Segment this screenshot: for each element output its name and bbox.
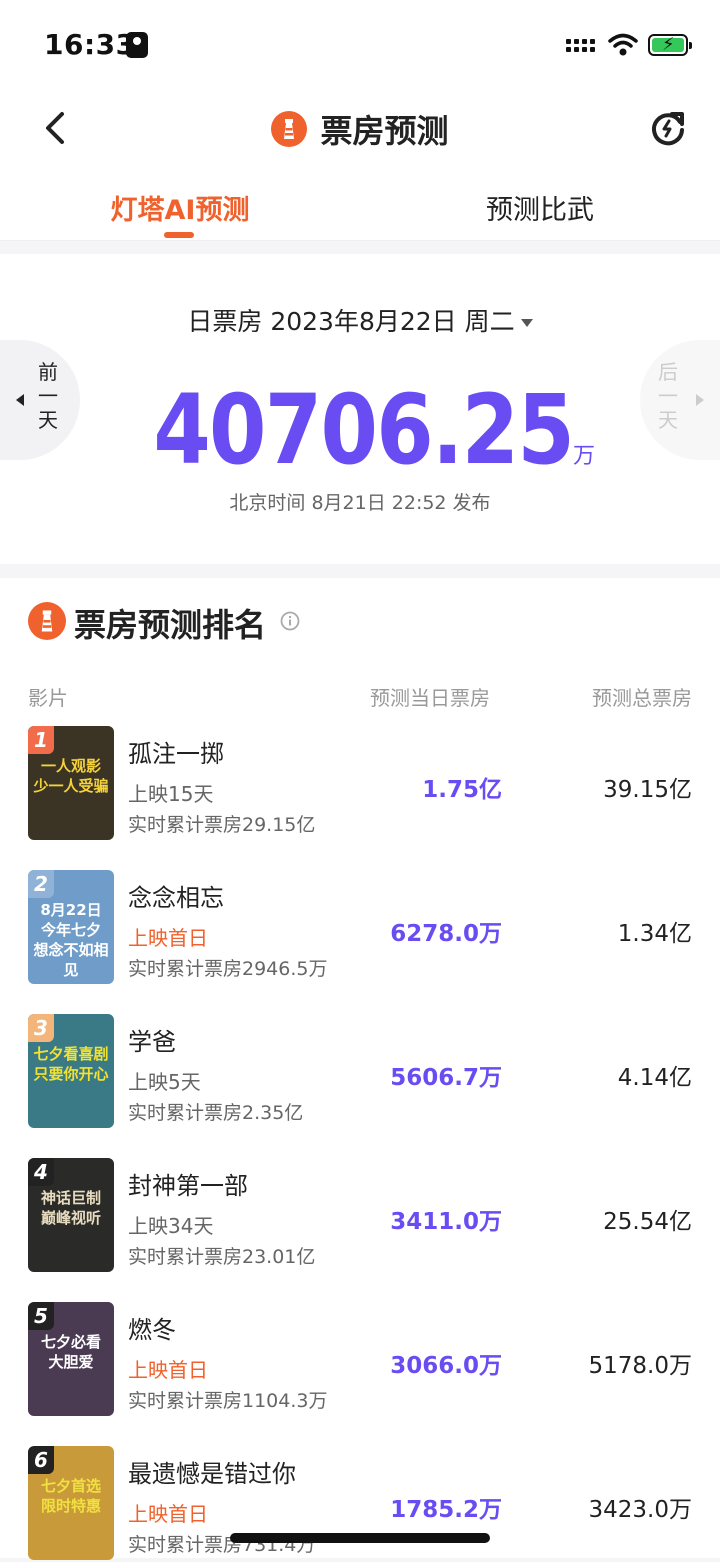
poster-caption: 七夕首选 限时特惠 — [40, 1477, 101, 1515]
nav-title-group: 票房预测 — [0, 106, 720, 150]
movie-day-forecast: 3066.0万 — [390, 1353, 502, 1379]
status-bar: 16:33 ⚡ — [0, 0, 720, 88]
publish-time: 北京时间 8月21日 22:52 发布 — [229, 492, 491, 514]
tab-forecast-contest[interactable]: 预测比武 — [360, 188, 720, 227]
rank-badge: 4 — [28, 1158, 54, 1186]
movie-cumulative: 实时累计票房1104.3万 — [128, 1390, 328, 1412]
movie-name: 封神第一部 — [128, 1172, 248, 1200]
date-selector[interactable]: 日票房 2023年8月22日 周二 — [0, 302, 720, 338]
wifi-icon — [608, 33, 638, 56]
movie-total-forecast: 5178.0万 — [588, 1353, 692, 1379]
home-indicator — [230, 1533, 490, 1543]
rank-badge: 2 — [28, 870, 54, 898]
movie-row[interactable]: 1 一人观影 少一人受骗 孤注一掷上映15天实时累计票房29.15亿 1.75亿 39.… — [0, 726, 720, 842]
tab-bar: 灯塔AI预测 预测比武 — [0, 170, 720, 241]
rank-badge: 1 — [28, 726, 54, 754]
movie-poster[interactable]: 2 8月22日 今年七夕 想念不如相见 — [28, 870, 114, 984]
nav-bar: 票房预测 — [0, 88, 720, 170]
movie-row[interactable]: 6 七夕首选 限时特惠 最遗憾是错过你 上映首日 实时累计票房731.4万 1785.2万… — [0, 1446, 720, 1562]
status-time: 16:33 — [44, 28, 136, 61]
poster-caption: 一人观影 少一人受骗 — [33, 757, 109, 795]
lighthouse-logo-icon — [28, 602, 66, 640]
active-tab-indicator — [164, 232, 194, 238]
movie-status: 上映首日 — [128, 1502, 208, 1526]
movie-status: 上映5天 — [128, 1070, 201, 1094]
movie-row[interactable]: 2 8月22日 今年七夕 想念不如相见 念念相忘上映首日实时累计票房2946.5万 6… — [0, 870, 720, 986]
movie-name: 燃冬 — [128, 1316, 176, 1344]
movie-poster[interactable]: 3 七夕看喜剧 只要你开心 — [28, 1014, 114, 1128]
caret-down-icon — [520, 319, 533, 327]
movie-row[interactable]: 5 七夕必看 大胆爱 燃冬上映首日实时累计票房1104.3万 3066.0万 5178.… — [0, 1302, 720, 1418]
movie-total-forecast: 4.14亿 — [617, 1065, 692, 1091]
movie-name: 学爸 — [128, 1028, 176, 1056]
total-value: 40706.25 — [153, 374, 574, 486]
movie-day-forecast: 5606.7万 — [390, 1065, 502, 1091]
column-header-film: 影片 — [28, 686, 68, 710]
info-icon[interactable] — [280, 611, 300, 631]
tab-ai-forecast[interactable]: 灯塔AI预测 — [0, 188, 360, 227]
refresh-icon[interactable] — [648, 108, 688, 148]
movie-cumulative: 实时累计票房29.15亿 — [128, 814, 316, 836]
status-icons: ⚡ — [566, 30, 692, 60]
poster-caption: 七夕看喜剧 只要你开心 — [33, 1045, 109, 1083]
column-header-day-forecast[interactable]: 预测当日票房 — [370, 682, 490, 711]
movie-total-forecast: 25.54亿 — [603, 1209, 692, 1235]
poster-caption: 七夕必看 大胆爱 — [40, 1333, 101, 1371]
poster-caption: 神话巨制 巅峰视听 — [40, 1189, 101, 1227]
forecast-ranking: 票房预测排名 影片 预测当日票房 预测总票房 1 一人观影 少一人受骗 孤注一掷上映… — [0, 578, 720, 1560]
movie-status: 上映首日 — [128, 1358, 208, 1382]
movie-cumulative: 实时累计票房2946.5万 — [128, 958, 328, 980]
page-title: 票房预测 — [320, 112, 449, 150]
total-unit: 万 — [573, 444, 596, 469]
movie-status: 上映首日 — [128, 926, 208, 950]
movie-cumulative: 实时累计票房23.01亿 — [128, 1246, 316, 1268]
movie-poster[interactable]: 6 七夕首选 限时特惠 — [28, 1446, 114, 1560]
movie-name: 最遗憾是错过你 — [128, 1460, 296, 1488]
movie-day-forecast: 3411.0万 — [390, 1209, 502, 1235]
movie-total-forecast: 3423.0万 — [588, 1497, 692, 1523]
battery-icon: ⚡ — [648, 34, 692, 56]
movie-poster[interactable]: 1 一人观影 少一人受骗 — [28, 726, 114, 840]
date-label: 日票房 2023年8月22日 周二 — [187, 307, 515, 336]
contact-card-icon — [126, 32, 148, 58]
movie-row[interactable]: 3 七夕看喜剧 只要你开心 学爸上映5天实时累计票房2.35亿 5606.7万 4.14… — [0, 1014, 720, 1130]
movie-day-forecast: 6278.0万 — [390, 921, 502, 947]
movie-poster[interactable]: 5 七夕必看 大胆爱 — [28, 1302, 114, 1416]
movie-poster[interactable]: 4 神话巨制 巅峰视听 — [28, 1158, 114, 1272]
movie-cumulative: 实时累计票房2.35亿 — [128, 1102, 304, 1124]
column-header-total-forecast[interactable]: 预测总票房 — [592, 682, 692, 711]
ranking-title: 票房预测排名 — [74, 606, 267, 644]
movie-total-forecast: 39.15亿 — [603, 777, 692, 803]
movie-day-forecast: 1785.2万 — [390, 1497, 502, 1523]
movie-name: 孤注一掷 — [128, 740, 224, 768]
movie-row[interactable]: 4 神话巨制 巅峰视听 封神第一部上映34天实时累计票房23.01亿 3411.0万 2… — [0, 1158, 720, 1274]
daily-box-office-summary: 日票房 2023年8月22日 周二 前 一 天 后 一 天 40706.25万 … — [0, 254, 720, 564]
poster-caption: 8月22日 今年七夕 想念不如相见 — [33, 901, 109, 979]
movie-name: 念念相忘 — [128, 884, 224, 912]
rank-badge: 3 — [28, 1014, 54, 1042]
rank-badge: 6 — [28, 1446, 54, 1474]
movie-status: 上映15天 — [128, 782, 214, 806]
signal-icon — [566, 38, 598, 52]
movie-total-forecast: 1.34亿 — [617, 921, 692, 947]
rank-badge: 5 — [28, 1302, 54, 1330]
movie-status: 上映34天 — [128, 1214, 214, 1238]
lighthouse-logo-icon — [271, 111, 308, 147]
movie-day-forecast: 1.75亿 — [422, 777, 502, 803]
total-box-office: 40706.25万 — [0, 374, 720, 486]
